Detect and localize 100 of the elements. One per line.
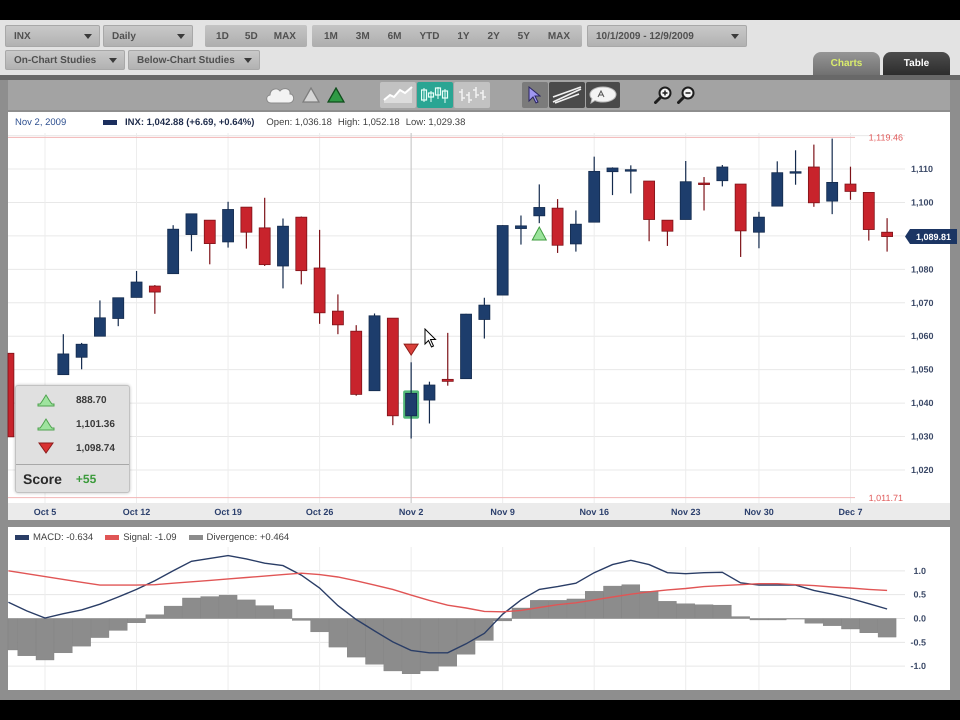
quote-text: INX: 1,042.88 (+6.69, +0.64%) xyxy=(125,117,254,128)
open-price-text: Open: 1,036.18 xyxy=(266,117,332,128)
price-label: 1,110 xyxy=(911,164,934,174)
up-triangle-icon xyxy=(531,226,548,241)
line-chart-icon xyxy=(382,86,412,104)
signal-price: 1,098.74 xyxy=(76,442,115,454)
date-range-dropdown[interactable]: 10/1/2009 - 12/9/2009 xyxy=(587,25,747,47)
zoom-out-icon xyxy=(676,86,694,104)
candlestick xyxy=(240,206,252,249)
signal-price: 888.70 xyxy=(76,395,107,406)
caret-icon xyxy=(177,34,185,38)
view-tab[interactable]: Charts xyxy=(813,52,880,75)
candlestick xyxy=(478,298,490,339)
triangle-icon xyxy=(326,87,344,103)
range-button[interactable]: MAX xyxy=(266,25,304,47)
candlestick xyxy=(130,271,142,298)
date-label: Oct 26 xyxy=(306,507,334,517)
axis-label: -1.0 xyxy=(910,661,926,672)
range-button[interactable]: 1D xyxy=(208,25,237,47)
price-label: 1,020 xyxy=(911,464,934,475)
speech-bubble-icon xyxy=(588,86,616,104)
candlestick xyxy=(698,177,710,210)
range-button[interactable]: MAX xyxy=(538,25,580,47)
candlestick xyxy=(862,192,875,241)
high-price-text: High: 1,052.18 xyxy=(338,117,400,128)
triangle-icon xyxy=(302,87,320,103)
studies-dropdown[interactable]: On-Chart Studies xyxy=(5,50,125,70)
axis-label: -0.5 xyxy=(910,637,926,648)
axis-label: 0.0 xyxy=(913,614,926,624)
candlestick xyxy=(588,156,600,223)
candlestick xyxy=(716,165,728,186)
candlestick xyxy=(496,225,509,296)
range-button[interactable]: 6M xyxy=(378,25,410,47)
candlestick xyxy=(643,180,656,242)
candlestick xyxy=(76,342,88,370)
down-triangle-icon xyxy=(403,344,420,356)
candlestick xyxy=(350,325,362,396)
candlestick xyxy=(148,285,161,314)
axis-label: 1.0 xyxy=(913,566,926,576)
candlestick xyxy=(881,218,893,252)
candlestick xyxy=(424,382,436,424)
caret-icon xyxy=(109,58,117,62)
drawing-tool-button[interactable] xyxy=(522,82,548,108)
drawing-tool-button[interactable] xyxy=(586,82,620,108)
view-tab[interactable]: Table xyxy=(883,52,950,75)
trendline-icon xyxy=(552,86,582,104)
caret-icon xyxy=(84,34,92,38)
candlestick-chart-icon xyxy=(420,86,448,104)
candlestick xyxy=(295,216,308,284)
date-label: Nov 9 xyxy=(490,507,515,517)
candlestick xyxy=(790,150,802,185)
range-button[interactable]: 5D xyxy=(236,25,266,47)
date-label: Oct 19 xyxy=(214,507,242,517)
zoom-in-icon xyxy=(654,86,672,104)
date-label: Oct 12 xyxy=(122,507,150,517)
candlestick xyxy=(332,294,344,334)
up-triangle-icon xyxy=(37,394,55,408)
score-value: +55 xyxy=(76,472,96,486)
date-label: Dec 7 xyxy=(838,507,862,517)
price-label: 1,080 xyxy=(911,264,934,274)
range-button[interactable]: 1M xyxy=(315,25,347,47)
range-button[interactable]: YTD xyxy=(410,25,448,47)
candlestick xyxy=(460,314,472,380)
price-label: 1,050 xyxy=(911,364,934,375)
candlestick xyxy=(552,199,564,253)
range-button[interactable]: 5Y xyxy=(508,25,539,47)
candlestick xyxy=(258,198,271,266)
candlestick xyxy=(204,220,216,264)
interval-dropdown[interactable]: Daily xyxy=(103,25,193,47)
up-triangle-icon xyxy=(37,418,55,432)
range-button[interactable]: 2Y xyxy=(478,25,509,47)
price-level-label: 1,011.71 xyxy=(868,492,903,503)
date-label: Oct 5 xyxy=(34,507,56,517)
range-button[interactable]: 3M xyxy=(346,25,379,47)
price-label: 1,030 xyxy=(911,432,934,442)
series-swatch-icon xyxy=(103,120,117,125)
axis-label: 0.5 xyxy=(913,590,926,600)
date-label: Nov 16 xyxy=(579,507,609,517)
candlestick xyxy=(844,166,856,200)
candlestick xyxy=(515,216,527,245)
chart-type-button[interactable] xyxy=(416,82,452,108)
caret-icon xyxy=(731,34,739,38)
symbol-dropdown[interactable]: INX xyxy=(5,25,100,47)
range-button[interactable]: 1Y xyxy=(448,25,479,47)
price-label: 1,060 xyxy=(911,331,934,342)
signal-price: 1,101.36 xyxy=(76,419,115,430)
candlestick xyxy=(277,218,289,288)
candlestick xyxy=(624,165,637,194)
caret-icon xyxy=(244,58,252,62)
legend-label: MACD: -0.634 xyxy=(33,532,94,542)
candlestick xyxy=(606,167,618,196)
candlestick xyxy=(570,210,582,252)
studies-dropdown[interactable]: Below-Chart Studies xyxy=(128,50,260,70)
cloud-icon xyxy=(264,86,294,104)
candlestick xyxy=(533,184,546,224)
candlestick xyxy=(442,332,454,386)
price-label: 1,040 xyxy=(911,398,934,408)
low-price-text: Low: 1,029.38 xyxy=(406,117,466,128)
drawing-tool-button[interactable] xyxy=(548,82,584,108)
candlestick xyxy=(771,161,784,207)
